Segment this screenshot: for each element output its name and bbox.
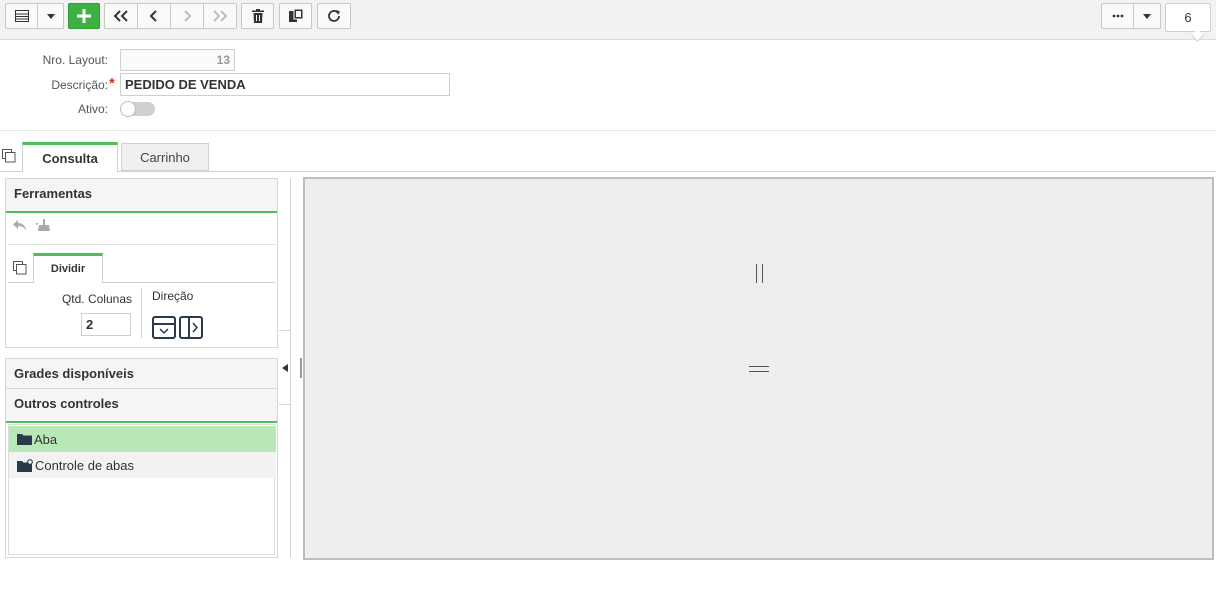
required-indicator: * xyxy=(109,75,115,92)
active-subtab-gap xyxy=(34,281,102,283)
columns-field[interactable]: 2 xyxy=(81,313,131,336)
more-options-dropdown[interactable] xyxy=(1134,3,1161,29)
caret-left-icon xyxy=(281,363,288,372)
double-chevron-left-icon xyxy=(113,10,128,22)
layout-number-field[interactable]: 13 xyxy=(120,49,235,71)
horizontal-split-marker xyxy=(749,371,769,372)
list-view-button[interactable] xyxy=(5,3,38,29)
list-item-controle-de-abas[interactable]: Controle de abas xyxy=(9,452,276,478)
clear-icon[interactable] xyxy=(36,219,50,232)
active-toggle[interactable] xyxy=(120,101,155,117)
refresh-button[interactable] xyxy=(317,3,351,29)
tools-panel: Ferramentas Dividir Qtd. Colunas 2 Direç… xyxy=(5,178,278,348)
direction-label: Direção xyxy=(152,289,194,303)
resize-grip[interactable] xyxy=(300,358,302,378)
refresh-icon xyxy=(328,10,340,22)
description-field[interactable]: PEDIDO DE VENDA xyxy=(120,73,450,96)
list-icon xyxy=(14,10,29,22)
tools-panel-title: Ferramentas xyxy=(6,179,277,213)
tabs-baseline xyxy=(0,171,1216,172)
ellipsis-icon xyxy=(1112,14,1123,18)
list-item-aba[interactable]: Aba xyxy=(9,426,276,452)
split-horizontal-icon[interactable] xyxy=(179,316,203,339)
subtab-dividir[interactable]: Dividir xyxy=(33,253,103,283)
horizontal-split-marker xyxy=(749,366,769,367)
tabs-overflow-icon[interactable] xyxy=(2,149,16,163)
tools-divider xyxy=(8,244,275,245)
double-chevron-right-icon xyxy=(213,10,228,22)
caret-down-icon xyxy=(46,13,55,19)
tab-carrinho[interactable]: Carrinho xyxy=(121,143,209,171)
tab-consulta[interactable]: Consulta xyxy=(22,142,118,172)
available-grids-title: Grades disponíveis xyxy=(6,359,277,388)
more-options-button[interactable] xyxy=(1101,3,1134,29)
active-toggle-knob xyxy=(120,101,136,117)
vertical-split-marker xyxy=(756,264,757,283)
caret-down-icon xyxy=(1143,13,1151,19)
delete-button[interactable] xyxy=(241,3,274,29)
plus-icon xyxy=(77,9,91,23)
other-controls-title: Outros controles xyxy=(6,389,277,423)
subtabs-overflow-icon[interactable] xyxy=(13,261,27,275)
chevron-left-icon xyxy=(149,10,157,22)
last-record-button[interactable] xyxy=(204,3,237,29)
undo-icon[interactable] xyxy=(13,220,27,231)
folder-gear-icon xyxy=(17,458,33,472)
trash-icon xyxy=(251,9,264,23)
other-controls-panel: Outros controles Aba Controle de abas xyxy=(5,388,278,558)
previous-record-button[interactable] xyxy=(138,3,171,29)
active-tab-gap xyxy=(23,170,117,172)
columns-direction-separator xyxy=(141,288,142,338)
available-grids-panel[interactable]: Grades disponíveis xyxy=(5,358,278,389)
list-view-dropdown[interactable] xyxy=(38,3,64,29)
list-item-label: Aba xyxy=(34,431,58,447)
next-record-button[interactable] xyxy=(171,3,204,29)
description-label: Descrição: xyxy=(51,78,108,92)
first-record-button[interactable] xyxy=(104,3,138,29)
folder-icon xyxy=(17,434,32,445)
layout-canvas[interactable] xyxy=(303,177,1214,560)
copy-icon xyxy=(288,9,303,22)
add-button[interactable] xyxy=(68,3,100,29)
active-label: Ativo: xyxy=(77,102,108,116)
main-toolbar: 6 xyxy=(0,0,1216,42)
copy-button[interactable] xyxy=(279,3,312,29)
vertical-split-marker xyxy=(762,264,763,283)
collapse-panel-handle[interactable] xyxy=(279,330,291,405)
layout-number-label: Nro. Layout: xyxy=(42,53,108,67)
list-item-label: Controle de abas xyxy=(35,457,135,473)
form-divider xyxy=(0,130,1216,131)
chevron-right-icon xyxy=(184,10,192,22)
columns-label: Qtd. Colunas xyxy=(61,292,132,306)
page-count-badge: 6 xyxy=(1165,3,1211,32)
split-vertical-icon[interactable] xyxy=(152,316,176,339)
